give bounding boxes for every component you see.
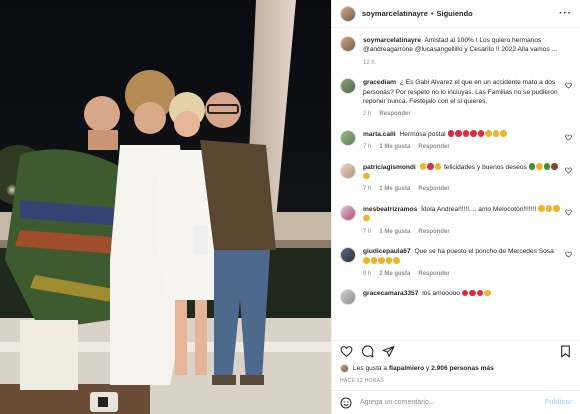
- liker-avatar[interactable]: [340, 364, 349, 373]
- likes-count[interactable]: 2.906 personas más: [431, 365, 494, 372]
- comment-input[interactable]: Agrega un comentario...: [360, 399, 435, 406]
- likes-prefix: Les gusta a: [353, 365, 388, 372]
- likes-mid: y: [425, 365, 430, 372]
- reply-button[interactable]: Responder: [418, 186, 449, 192]
- owner-username[interactable]: soymarcelatinayre: [362, 9, 428, 18]
- commenter-avatar[interactable]: [340, 204, 356, 221]
- comment-text: Que se ha puesto el poncho de Mercedes S…: [414, 248, 554, 256]
- comment-text: los amooooo: [422, 290, 460, 298]
- caption-username[interactable]: soymarcelatinayre: [363, 37, 421, 44]
- comment-username[interactable]: inesbeatrizramos: [363, 206, 417, 213]
- publish-button[interactable]: Publicar: [544, 399, 572, 406]
- comment-item: gracecamara3357 los amooooo: [340, 289, 572, 306]
- comment-time[interactable]: 7 h: [363, 229, 371, 235]
- caption-time[interactable]: 12 h: [363, 60, 375, 66]
- comment-likes[interactable]: 1 Me gusta: [379, 186, 410, 192]
- commenter-avatar[interactable]: [340, 78, 356, 95]
- commenter-avatar[interactable]: [340, 129, 356, 146]
- comment-item: patriciagismondi felicidades y buenos de…: [340, 162, 572, 195]
- comment-icon[interactable]: [361, 345, 374, 358]
- share-icon[interactable]: [382, 345, 395, 358]
- post-header: soymarcelatinayre • Siguiendo ···: [332, 0, 580, 28]
- heart-icon[interactable]: [565, 167, 572, 174]
- commenter-avatar[interactable]: [340, 247, 356, 264]
- comment-username[interactable]: patriciagismondi: [363, 164, 416, 171]
- party-emoji-icon: [419, 163, 443, 171]
- post-side-panel: soymarcelatinayre • Siguiendo ··· soymar…: [331, 0, 580, 414]
- liker-username[interactable]: flapalmiero: [389, 365, 424, 372]
- reply-button[interactable]: Responder: [418, 271, 449, 277]
- post-photo[interactable]: [0, 0, 331, 414]
- hearts-emoji-icon: [461, 289, 492, 297]
- heart-icon[interactable]: [565, 251, 572, 258]
- comment-time[interactable]: 7 h: [363, 186, 371, 192]
- comment-username[interactable]: marta.calli: [363, 131, 396, 138]
- reply-button[interactable]: Responder: [418, 144, 449, 150]
- comments-list[interactable]: soymarcelatinayre Amistad al 100% ! Los …: [332, 28, 580, 340]
- following-button[interactable]: Siguiendo: [437, 9, 473, 18]
- likes-summary: Les gusta a flapalmiero y 2.906 personas…: [332, 362, 580, 375]
- comment-item: giudicepaula67 Que se ha puesto el ponch…: [340, 247, 572, 279]
- laugh-emoji-icon: [363, 257, 401, 265]
- comment-time[interactable]: 7 h: [363, 144, 371, 150]
- comment-text: Hermosa postal: [399, 130, 446, 138]
- commenter-avatar[interactable]: [340, 162, 356, 179]
- more-options-icon[interactable]: ···: [559, 8, 572, 19]
- hearts-emoji-icon: [447, 130, 508, 138]
- emoji-icon[interactable]: [340, 397, 352, 409]
- bookmark-icon[interactable]: [559, 345, 572, 358]
- heart-icon[interactable]: [565, 134, 572, 141]
- heart-icon[interactable]: [340, 345, 353, 358]
- reply-button[interactable]: Responder: [418, 229, 449, 235]
- reply-button[interactable]: Responder: [379, 111, 410, 117]
- comment-username[interactable]: gracecamara3357: [363, 290, 418, 297]
- commenter-avatar[interactable]: [340, 289, 356, 306]
- heart-icon[interactable]: [565, 82, 572, 89]
- comment-username[interactable]: gracediam: [363, 79, 396, 86]
- comment-item: inesbeatrizramos Ídola Andrea!!!!!!.... …: [340, 204, 572, 237]
- comment-likes[interactable]: 2 Me gusta: [379, 271, 410, 277]
- add-comment-bar: Agrega un comentario... Publicar: [332, 390, 580, 414]
- comment-item: gracediam ¿ Es Gabi Alvarez el que en un…: [340, 78, 572, 120]
- post-time-ago[interactable]: HACE 12 HORAS: [332, 375, 580, 390]
- caption-avatar[interactable]: [340, 36, 356, 52]
- post-actions-bar: [332, 340, 580, 362]
- comment-username[interactable]: giudicepaula67: [363, 248, 411, 255]
- comment-time[interactable]: 2 h: [363, 111, 371, 117]
- comment-text: felicidades y buenos deseos: [443, 163, 527, 171]
- comment-text: Ídola Andrea!!!!!!.... amo Melocotón!!!!…: [421, 205, 537, 213]
- owner-avatar[interactable]: [340, 5, 356, 22]
- comment-item: marta.calli Hermosa postal 7 h 1 Me gusta…: [340, 129, 572, 153]
- caption: soymarcelatinayre Amistad al 100% ! Los …: [340, 36, 572, 68]
- comment-likes[interactable]: 1 Me gusta: [379, 144, 410, 150]
- heart-icon[interactable]: [565, 209, 572, 216]
- comment-time[interactable]: 9 h: [363, 271, 371, 277]
- comment-likes[interactable]: 1 Me gusta: [379, 229, 410, 235]
- separator-dot: •: [430, 9, 434, 18]
